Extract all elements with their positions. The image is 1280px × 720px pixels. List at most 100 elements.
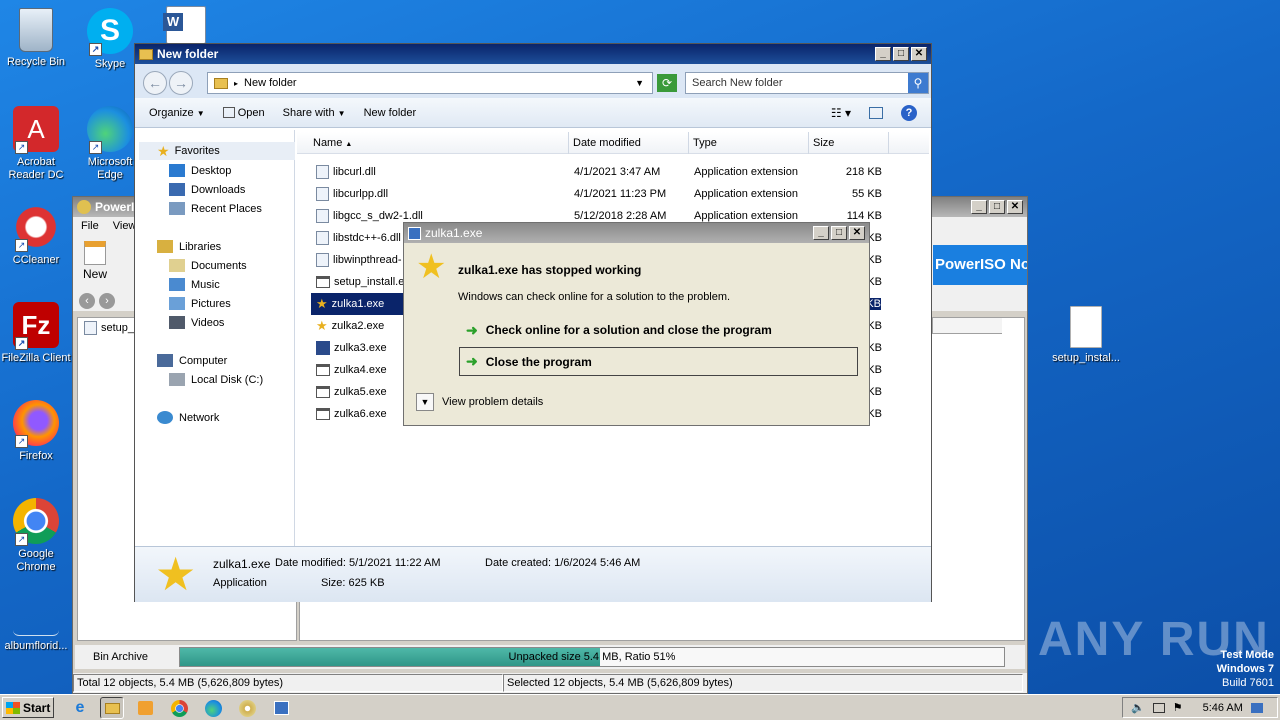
file-row[interactable]: libcurlpp.dll 4/1/2021 11:23 PM Applicatio… — [316, 183, 888, 205]
icon-label: Skype — [94, 58, 126, 70]
skype-icon: S ↗ — [87, 8, 133, 56]
taskbar: Start e 🔈 ⚑ 5:46 AM — [0, 694, 1280, 720]
maximize-button[interactable]: □ — [831, 226, 847, 240]
back-icon[interactable]: ‹ — [79, 293, 95, 309]
list-header — [932, 318, 1002, 334]
poweriso-taskbar-icon[interactable] — [236, 697, 260, 719]
open-button[interactable]: Open — [222, 107, 265, 119]
menu-file[interactable]: File — [81, 220, 99, 232]
nav-local-disk[interactable]: Local Disk (C:) — [169, 373, 263, 386]
edge-taskbar-icon[interactable] — [202, 697, 226, 719]
desktop-icon-ccleaner[interactable]: ↗ CCleaner — [0, 204, 72, 267]
nav-recent-places[interactable]: Recent Places — [169, 202, 262, 215]
views-icon[interactable]: ☷ ▾ — [831, 106, 851, 120]
file-row[interactable]: libcurl.dll 4/1/2021 3:47 AM Application e… — [316, 161, 888, 183]
preview-pane-icon[interactable] — [869, 106, 883, 119]
column-size[interactable]: Size — [809, 132, 889, 154]
nav-label: Videos — [191, 316, 225, 329]
nav-libraries[interactable]: Libraries — [157, 240, 221, 253]
nav-desktop[interactable]: Desktop — [169, 164, 231, 177]
back-button[interactable]: ← — [143, 71, 167, 95]
check-online-option[interactable]: ➜ Check online for a solution and close t… — [460, 317, 858, 343]
desktop-icon-chrome[interactable]: ↗ Google Chrome — [0, 498, 72, 574]
icon-label: Firefox — [19, 450, 53, 462]
test-mode-text: Test Mode Windows 7 Build 7601 — [1217, 648, 1274, 690]
help-icon[interactable]: ? — [901, 104, 917, 121]
menu-view[interactable]: View — [113, 220, 137, 232]
explorer-taskbar-icon[interactable] — [100, 697, 124, 719]
refresh-button[interactable]: ⟳ — [657, 74, 677, 92]
search-icon[interactable]: ⚲ — [908, 73, 928, 93]
share-with-button[interactable]: Share with ▼ — [283, 107, 346, 119]
organize-button[interactable]: Organize ▼ — [149, 107, 205, 119]
file-name-cell: libcurlpp.dll — [316, 187, 556, 201]
maximize-button[interactable]: □ — [893, 47, 909, 61]
minimize-button[interactable]: _ — [971, 200, 987, 214]
favorites-label: Favorites — [174, 145, 220, 157]
column-date[interactable]: Date modified — [569, 132, 689, 154]
nav-pictures[interactable]: Pictures — [169, 297, 231, 310]
poweriso-progress-row: Bin Archive Unpacked size 5.4 MB, Ratio … — [75, 645, 1025, 669]
volume-icon[interactable]: 🔈 — [1131, 701, 1145, 714]
zulka-taskbar-icon[interactable] — [270, 697, 294, 719]
desktop-icon-firefox[interactable]: ↗ Firefox — [0, 400, 72, 463]
details-size: Size: 625 KB — [321, 577, 385, 589]
status-total: Total 12 objects, 5.4 MB (5,626,809 byte… — [73, 674, 503, 692]
desktop-icon-setup[interactable]: setup_instal... — [1050, 306, 1122, 365]
explorer-titlebar[interactable]: New folder _ □ ✕ — [135, 44, 931, 64]
error-dialog: zulka1.exe _ □ ✕ ★ zulka1.exe has stoppe… — [403, 222, 870, 426]
forward-button[interactable]: → — [169, 71, 193, 95]
new-folder-button[interactable]: New folder — [364, 107, 417, 119]
desktop-icon-filezilla[interactable]: Fz ↗ FileZilla Client — [0, 302, 72, 365]
desktop-icon-acrobat[interactable]: A ↗ Acrobat Reader DC — [0, 106, 72, 182]
forward-icon[interactable]: › — [99, 293, 115, 309]
shortcut-arrow-icon: ↗ — [15, 435, 28, 448]
details-filename: zulka1.exe — [213, 557, 271, 571]
maximize-button[interactable]: □ — [989, 200, 1005, 214]
downloads-icon — [169, 183, 185, 196]
show-desktop-icon[interactable] — [1250, 702, 1263, 713]
window-title: PowerI — [95, 200, 135, 214]
chrome-taskbar-icon[interactable] — [168, 697, 192, 719]
option-label: Close the program — [485, 354, 592, 369]
search-box[interactable]: Search New folder ⚲ — [685, 72, 929, 94]
nav-downloads[interactable]: Downloads — [169, 183, 245, 196]
desktop-icon-album[interactable]: albumflorid... — [0, 600, 72, 653]
icon-label: setup_instal... — [1052, 352, 1120, 364]
close-button[interactable]: ✕ — [1007, 200, 1023, 214]
desktop-icon-recycle-bin[interactable]: Recycle Bin — [0, 8, 72, 69]
minimize-button[interactable]: _ — [875, 47, 891, 61]
start-button[interactable]: Start — [2, 697, 54, 718]
nav-videos[interactable]: Videos — [169, 316, 224, 329]
ie-taskbar-icon[interactable]: e — [68, 697, 92, 719]
folder-icon — [139, 48, 153, 60]
details-date-created: Date created: 1/6/2024 5:46 AM — [485, 557, 641, 569]
favorites-header[interactable]: ★ Favorites — [139, 142, 295, 160]
nav-documents[interactable]: Documents — [169, 259, 247, 272]
view-details-toggle[interactable]: ▼ View problem details — [416, 393, 543, 411]
flag-icon[interactable]: ⚑ — [1173, 701, 1183, 714]
dialog-titlebar[interactable]: zulka1.exe _ □ ✕ — [404, 223, 869, 243]
network-tray-icon[interactable] — [1152, 702, 1165, 713]
close-button[interactable]: ✕ — [849, 226, 865, 240]
nav-music[interactable]: Music — [169, 278, 220, 291]
media-player-taskbar-icon[interactable] — [134, 697, 158, 719]
file-name: libcurl.dll — [333, 166, 376, 178]
nav-computer[interactable]: Computer — [157, 354, 227, 367]
toolbar-new-button[interactable]: New — [83, 241, 107, 281]
column-name[interactable]: Name ▲ — [297, 132, 569, 154]
address-bar[interactable]: ▸ New folder ▼ — [207, 72, 653, 94]
close-button[interactable]: ✕ — [911, 47, 927, 61]
desktop-icon-word[interactable]: W — [150, 6, 222, 48]
icon-label: Recycle Bin — [6, 56, 66, 68]
nav-network[interactable]: Network — [157, 411, 219, 424]
clock[interactable]: 5:46 AM — [1203, 702, 1243, 714]
file-type: Application extension — [694, 166, 798, 178]
icon-label: Acrobat Reader DC — [8, 156, 64, 181]
column-type[interactable]: Type — [689, 132, 809, 154]
videos-icon — [169, 316, 185, 329]
app-icon — [408, 226, 421, 240]
close-program-option[interactable]: ➜ Close the program — [459, 347, 858, 376]
chevron-down-icon[interactable]: ▼ — [635, 78, 644, 88]
minimize-button[interactable]: _ — [813, 226, 829, 240]
